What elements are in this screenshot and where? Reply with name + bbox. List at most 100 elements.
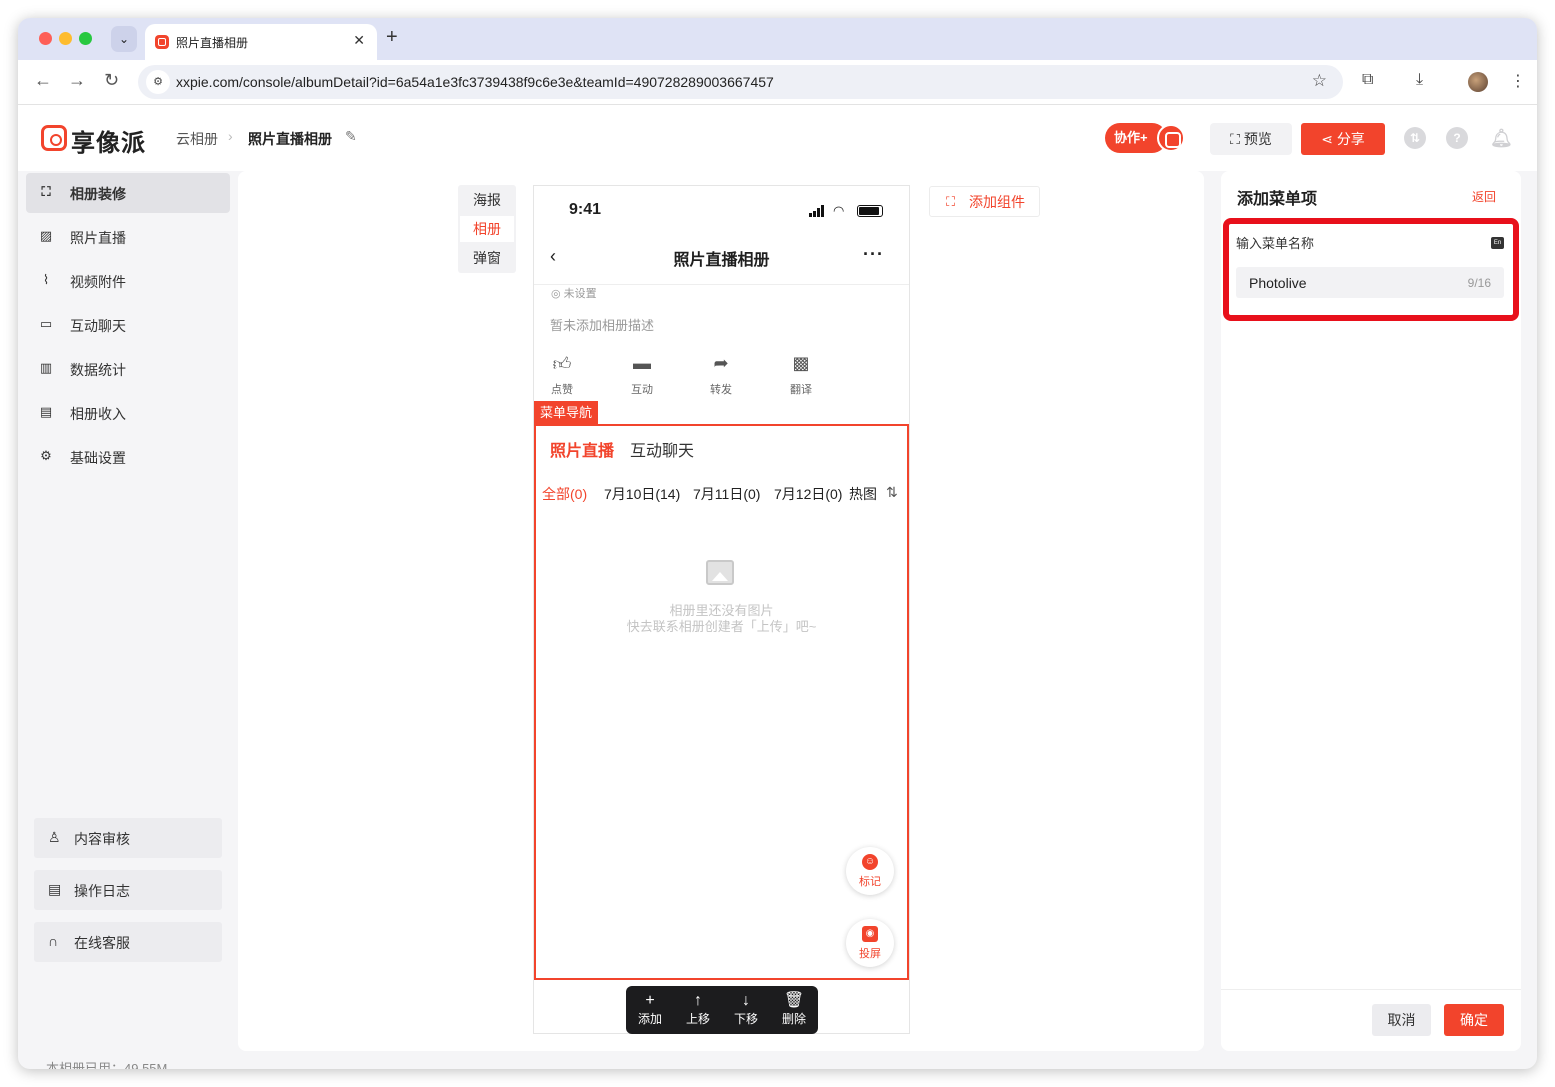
tab-title: 照片直播相册 (176, 36, 249, 50)
sidebar-item-video[interactable]: ⌇ 视频附件 (26, 261, 230, 301)
sidebar-item-live[interactable]: ▨ 照片直播 (26, 217, 230, 257)
reload-icon[interactable]: ↻ (104, 70, 119, 91)
date-filter-item[interactable]: 7月10日(14) (604, 484, 680, 504)
share-icon: ⋖ (1321, 131, 1337, 147)
delete-button[interactable]: 🗑︎ 删除 (770, 992, 818, 1027)
hot-filter[interactable]: 热图 (847, 484, 877, 504)
move-up-button[interactable]: ↑ 上移 (674, 992, 722, 1027)
cast-label: 投屏 (859, 948, 881, 960)
cast-button[interactable]: ◉ 投屏 (846, 919, 894, 967)
favicon-icon (155, 35, 169, 49)
url-text[interactable]: xxpie.com/console/albumDetail?id=6a54a1e… (176, 74, 774, 90)
customer-service-button[interactable]: ∩ 在线客服 (34, 922, 222, 962)
bell-icon[interactable]: 🔔︎ (1490, 127, 1513, 149)
english-toggle-icon[interactable]: En (1491, 237, 1504, 249)
download-icon[interactable]: ⤓ (1416, 71, 1423, 89)
sidebar-item-decorate[interactable]: ⛶ 相册装修 (26, 173, 230, 213)
delete-label: 删除 (781, 1012, 806, 1026)
date-filter-item[interactable]: 7月11日(0) (693, 484, 760, 504)
tab-search-icon[interactable]: ⌄ (111, 26, 137, 52)
paperclip-icon: ⌇ (42, 272, 50, 287)
edit-title-icon[interactable]: ✎ (345, 128, 357, 145)
preview-button[interactable]: ⛶ 预览 (1210, 123, 1292, 155)
share-label: 分享 (1336, 131, 1365, 147)
move-up-label: 上移 (685, 1012, 710, 1026)
extensions-icon[interactable]: ⧉ (1362, 71, 1373, 89)
translate-action[interactable]: ▩ 翻译 (776, 353, 826, 397)
wallet-icon: ▤ (39, 404, 53, 419)
add-component-button[interactable]: ⛶ 添加组件 (929, 186, 1040, 217)
empty-image-icon (706, 560, 734, 585)
phone-more-icon[interactable]: ··· (863, 244, 884, 265)
content-review-button[interactable]: ♙ 内容审核 (34, 818, 222, 858)
sort-order-icon[interactable]: ⇅ (884, 484, 898, 501)
sidebar-item-label: 互动聊天 (70, 318, 126, 334)
share-button[interactable]: ⋖ 分享 (1301, 123, 1385, 155)
tab-poster[interactable]: 海报 (460, 187, 514, 213)
menu-nav-component[interactable]: 照片直播 互动聊天 全部(0) 7月10日(14) 7月11日(0) 7月12日… (534, 424, 909, 980)
browser-tab[interactable]: 照片直播相册 ✕ (145, 24, 377, 60)
menu-name-input[interactable]: Photolive 9/16 (1236, 267, 1504, 298)
sidebar-item-label: 基础设置 (70, 450, 126, 466)
profile-avatar[interactable] (1468, 72, 1488, 92)
browser-window: ⌄ 照片直播相册 ✕ + ← → ↻ ⚙ xxpie.com/console/a… (18, 18, 1537, 1069)
tab-popup[interactable]: 弹窗 (460, 245, 514, 271)
menu-tab-chat[interactable]: 互动聊天 (630, 437, 694, 461)
tab-close-icon[interactable]: ✕ (353, 32, 365, 49)
log-icon: ▤ (48, 881, 62, 897)
browser-menu-icon[interactable]: ⋮ (1510, 71, 1526, 91)
collab-button[interactable]: 协作+ (1105, 123, 1185, 153)
sidebar-item-stats[interactable]: ▥ 数据统计 (26, 349, 230, 389)
date-filter-item[interactable]: 7月12日(0) (774, 484, 842, 504)
operation-log-button[interactable]: ▤ 操作日志 (34, 870, 222, 910)
move-down-button[interactable]: ↓ 下移 (722, 992, 770, 1027)
back-icon[interactable]: ← (34, 70, 52, 91)
component-toolbar: + 添加 ↑ 上移 ↓ 下移 🗑︎ 删除 (626, 986, 818, 1034)
cancel-button[interactable]: 取消 (1372, 1004, 1431, 1036)
sidebar-item-settings[interactable]: ⚙ 基础设置 (26, 437, 230, 477)
wifi-icon: ◠ (833, 203, 845, 218)
sidebar-item-label: 相册装修 (70, 186, 126, 202)
editor-canvas: 海报 相册 弹窗 9:41 ◠ ‹ 照片直播相册 ··· ◎ 未设置 暂未添加相… (238, 171, 1204, 1051)
like-action[interactable]: 👍︎ 点赞 (537, 353, 587, 397)
menu-name-value[interactable]: Photolive (1249, 275, 1307, 291)
sidebar-item-chat[interactable]: ▭ 互动聊天 (26, 305, 230, 345)
interact-action[interactable]: ▬ 互动 (617, 353, 667, 397)
site-settings-icon[interactable]: ⚙ (146, 70, 170, 94)
like-label: 点赞 (551, 384, 573, 396)
close-window-button[interactable] (39, 32, 52, 45)
mark-label: 标记 (859, 876, 881, 888)
menu-name-label: 输入菜单名称 (1236, 236, 1315, 251)
zoom-window-button[interactable] (79, 32, 92, 45)
location-text: ◎ 未设置 (551, 285, 597, 301)
new-tab-button[interactable]: + (386, 26, 398, 49)
help-icon[interactable]: ? (1446, 127, 1468, 149)
forward-label: 转发 (710, 384, 732, 396)
sort-icon[interactable]: ⇅ (1404, 127, 1426, 149)
forward-action[interactable]: ➦ 转发 (696, 353, 746, 397)
scan-icon: ⛶ (1230, 131, 1244, 147)
minimize-window-button[interactable] (59, 32, 72, 45)
sidebar-item-label: 视频附件 (70, 274, 126, 290)
arrow-down-icon: ↓ (742, 992, 750, 1009)
tab-album[interactable]: 相册 (460, 216, 514, 242)
sidebar-item-income[interactable]: ▤ 相册收入 (26, 393, 230, 433)
smile-icon: ☺ (862, 854, 878, 870)
date-filter-all[interactable]: 全部(0) (542, 484, 587, 504)
view-tabs: 海报 相册 弹窗 (458, 185, 516, 273)
back-link[interactable]: 返回 (1472, 188, 1496, 205)
forward-arrow-icon: ➦ (713, 353, 729, 373)
confirm-button[interactable]: 确定 (1444, 1004, 1504, 1036)
bookmark-star-icon[interactable]: ☆ (1312, 71, 1327, 91)
mark-button[interactable]: ☺ 标记 (846, 847, 894, 895)
breadcrumb-current: 照片直播相册 (248, 131, 332, 147)
signal-icon (817, 208, 820, 217)
address-bar[interactable]: ⚙ xxpie.com/console/albumDetail?id=6a54a… (138, 65, 1343, 99)
signal-icon (809, 213, 812, 217)
menu-tab-live[interactable]: 照片直播 (550, 437, 614, 461)
move-down-label: 下移 (733, 1012, 758, 1026)
breadcrumb-cloud-album[interactable]: 云相册 (176, 129, 218, 149)
add-component-button[interactable]: + 添加 (626, 992, 674, 1027)
forward-icon[interactable]: → (68, 70, 86, 91)
chart-icon: ▥ (39, 360, 53, 375)
